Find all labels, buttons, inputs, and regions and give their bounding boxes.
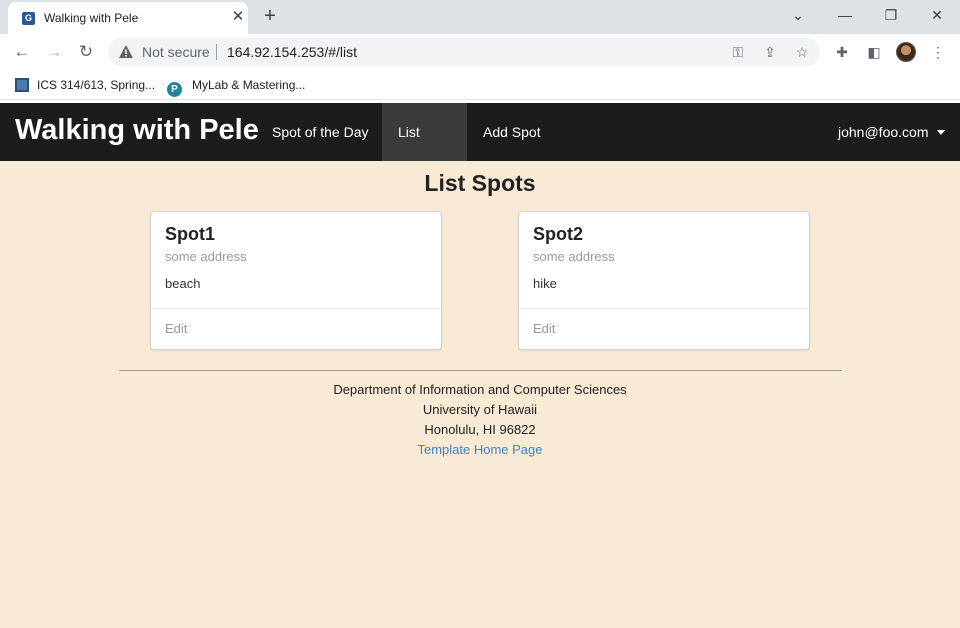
warning-icon [119,45,133,58]
card-footer: Edit [151,308,441,350]
brand-link[interactable]: Walking with Pele [15,114,259,147]
omnibox-divider [216,44,217,60]
edit-link[interactable]: Edit [533,321,555,336]
browser-tab[interactable]: G Walking with Pele ✕ [8,2,248,34]
footer-university: University of Hawaii [422,402,538,417]
forward-icon[interactable]: → [42,40,66,64]
app-navbar: Walking with Pele Spot of the Day List S… [0,103,960,198]
back-icon[interactable]: ← [10,40,34,64]
address-bar[interactable]: Not secure 164.92.154.253/#/list ⚿ ⇪ ☆ [108,38,820,66]
password-key-icon[interactable]: ⚿ [728,42,748,62]
new-tab-icon[interactable]: + [258,5,282,29]
card-description: hike [533,276,557,291]
minimize-icon[interactable]: — [833,4,857,26]
bookmark-page-icon [15,78,29,92]
footer-department: Department of Information and Computer S… [333,382,627,397]
card-footer: Edit [519,308,809,350]
pearson-icon: P [167,82,182,97]
page-title: List Spots [424,170,536,196]
edit-link[interactable]: Edit [165,321,187,336]
card-address: some address [165,249,247,264]
bookmark-label: ICS 314/613, Spring... [37,78,156,92]
tab-search-icon[interactable]: ⌄ [786,4,810,26]
not-secure-label[interactable]: Not secure [142,44,210,60]
nav-add-spot[interactable]: Add Spot [467,103,557,161]
footer: Department of Information and Computer S… [0,381,960,461]
nav-list-spot[interactable]: List Spot [382,103,467,198]
spot-card: Spot2 some address hike Edit [518,211,810,350]
more-menu-icon[interactable]: ⋮ [928,42,948,62]
share-icon[interactable]: ⇪ [760,42,780,62]
user-dropdown[interactable]: john@foo.com [838,103,928,161]
tab-title: Walking with Pele [44,11,139,25]
close-window-icon[interactable]: ✕ [925,4,949,26]
main-content: List Spots Spot1 some address beach Edit… [0,161,960,628]
spot-card: Spot1 some address beach Edit [150,211,442,350]
card-address: some address [533,249,615,264]
template-home-link[interactable]: Template Home Page [0,441,960,461]
bookmark-mylab[interactable]: P MyLab & Mastering... [167,76,306,97]
side-panel-icon[interactable]: ◧ [864,42,884,62]
card-title: Spot1 [165,224,216,244]
bookmark-ics[interactable]: ICS 314/613, Spring... [15,76,155,94]
bookmark-star-icon[interactable]: ☆ [792,42,812,62]
site-favicon-icon: G [22,12,35,25]
dropdown-caret-icon[interactable] [937,130,945,135]
extensions-puzzle-icon[interactable]: ✚ [832,42,852,62]
bookmarks-bar: ICS 314/613, Spring... P MyLab & Masterin… [0,70,960,100]
profile-avatar[interactable] [896,42,916,62]
restore-icon[interactable]: ❐ [879,4,903,26]
card-title: Spot2 [533,224,584,244]
bookmark-label: MyLab & Mastering... [192,78,306,92]
reload-icon[interactable]: ↻ [74,40,98,64]
url-text[interactable]: 164.92.154.253/#/list [227,44,357,60]
browser-toolbar: ← → ↻ Not secure 164.92.154.253/#/list ⚿… [0,34,960,70]
close-tab-icon[interactable]: ✕ [228,7,248,27]
nav-spot-of-the-day[interactable]: Spot of the Day [256,103,385,161]
footer-divider [119,370,842,371]
browser-tab-strip: G Walking with Pele ✕ + ⌄ — ❐ ✕ [0,0,960,34]
footer-address: Honolulu, HI 96822 [424,422,536,437]
card-description: beach [165,276,201,291]
